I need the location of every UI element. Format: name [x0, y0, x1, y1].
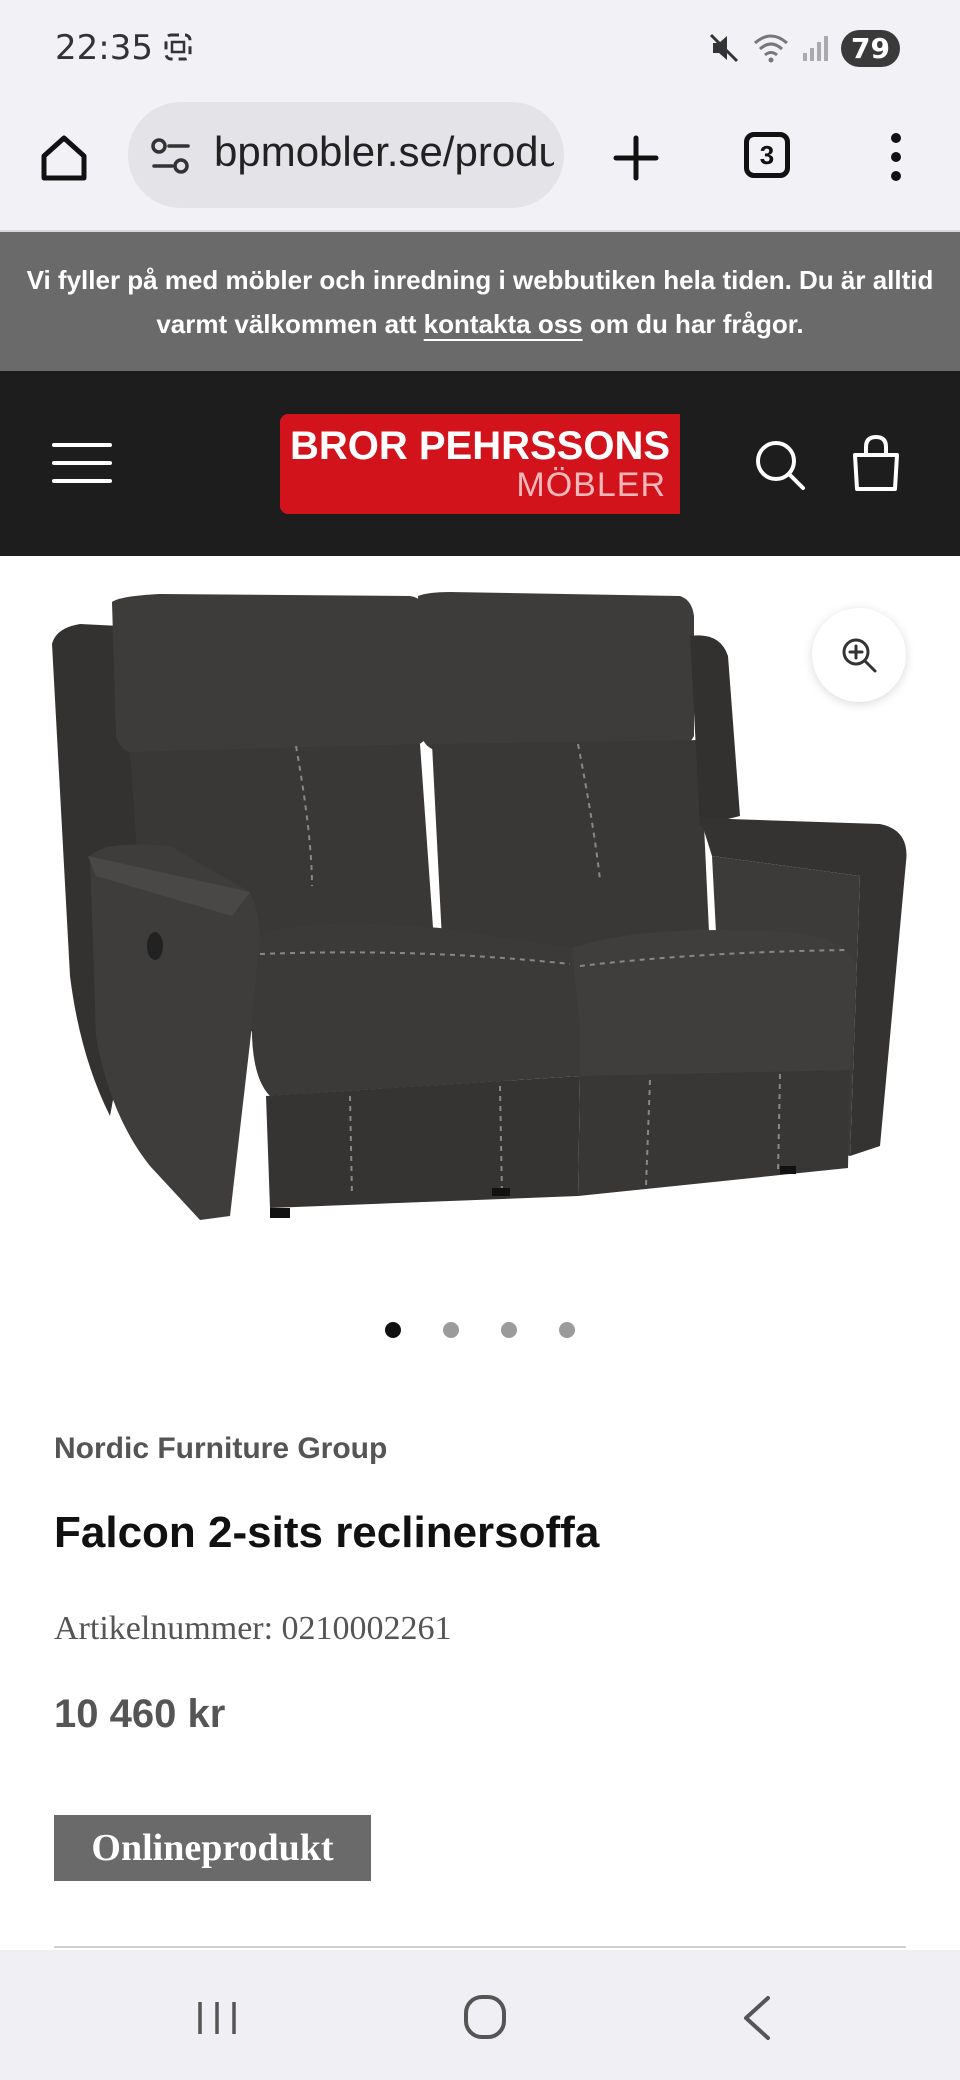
- carousel-dots: [0, 1322, 960, 1342]
- online-product-badge: Onlineprodukt: [54, 1815, 371, 1881]
- product-price: 10 460 kr: [54, 1692, 226, 1736]
- browser-toolbar: bpmobler.se/produkter/falcon-2-sits-recl…: [0, 100, 960, 232]
- more-menu-icon[interactable]: [880, 132, 912, 182]
- cart-icon[interactable]: [848, 433, 904, 493]
- recents-icon[interactable]: [196, 1998, 238, 2038]
- wifi-icon: [754, 34, 789, 63]
- product-sku: Artikelnummer: 0210002261: [54, 1610, 452, 1647]
- status-bar: 22:35 79: [0, 0, 960, 100]
- home-icon[interactable]: [36, 130, 92, 186]
- announcement-bar: Vi fyller på med möbler och inredning i …: [0, 232, 960, 371]
- logo-main-text: BROR PEHRSSONS: [289, 424, 671, 468]
- carousel-dot-2[interactable]: [443, 1322, 459, 1338]
- product-title: Falcon 2-sits reclinersoffa: [54, 1508, 600, 1557]
- back-icon[interactable]: [738, 1994, 774, 2042]
- zoom-button[interactable]: [812, 608, 906, 702]
- divider: [54, 1946, 906, 1948]
- carousel-dot-3[interactable]: [501, 1322, 517, 1338]
- zoom-in-icon: [842, 638, 877, 673]
- site-settings-icon[interactable]: [150, 136, 192, 176]
- status-icons: 79: [707, 28, 900, 68]
- new-tab-icon[interactable]: [608, 130, 664, 186]
- contact-link[interactable]: kontakta oss: [424, 309, 583, 339]
- tab-switcher-button[interactable]: 3: [744, 132, 790, 178]
- product-gallery[interactable]: [0, 556, 960, 1256]
- carousel-dot-4[interactable]: [559, 1322, 575, 1338]
- url-text[interactable]: bpmobler.se/produkter/falcon-2-sits-recl…: [214, 128, 554, 176]
- system-nav-bar: [0, 1950, 960, 2080]
- logo-sub-text: MÖBLER: [516, 466, 666, 504]
- mute-icon: [709, 33, 739, 63]
- address-bar[interactable]: bpmobler.se/produkter/falcon-2-sits-recl…: [128, 102, 564, 208]
- screenshot-icon: [164, 33, 192, 61]
- announcement-text-end: om du har frågor.: [582, 309, 804, 339]
- product-brand[interactable]: Nordic Furniture Group: [54, 1432, 387, 1466]
- search-icon[interactable]: [752, 437, 808, 493]
- site-logo[interactable]: BROR PEHRSSONS MÖBLER: [280, 414, 680, 514]
- menu-icon[interactable]: [52, 443, 112, 485]
- status-time: 22:35: [55, 28, 153, 68]
- site-header: BROR PEHRSSONS MÖBLER: [0, 371, 960, 556]
- battery-icon: 79: [841, 29, 900, 67]
- signal-icon: [803, 36, 829, 61]
- nav-home-icon[interactable]: [463, 1994, 507, 2040]
- carousel-dot-1[interactable]: [385, 1322, 401, 1338]
